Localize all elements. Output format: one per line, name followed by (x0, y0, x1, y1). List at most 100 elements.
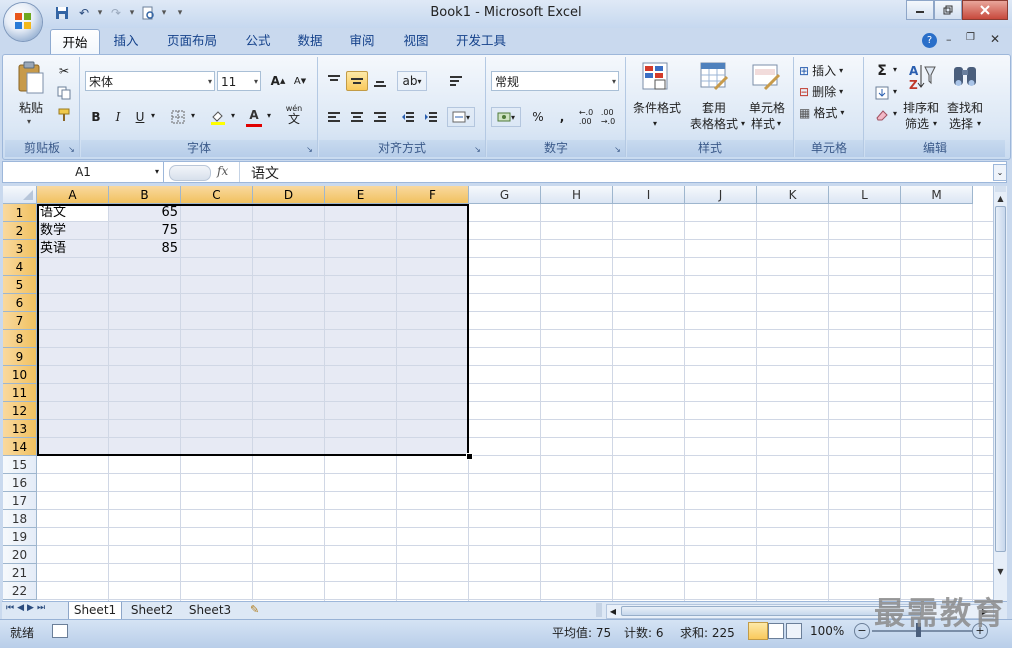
vertical-scroll-thumb[interactable] (995, 206, 1006, 552)
autosum-dropdown-icon[interactable]: ▾ (893, 65, 897, 74)
increase-decimal-icon[interactable]: ←.0.00 (575, 107, 597, 127)
fill-color-dropdown-icon[interactable]: ▾ (231, 111, 235, 120)
restore-window-icon[interactable]: ❐ (966, 32, 975, 43)
cell-styles-label-1[interactable]: 单元格 (743, 101, 791, 116)
bold-button[interactable]: B (85, 107, 107, 127)
font-name-combo[interactable]: 宋体 ▾ (85, 71, 215, 91)
merge-center-icon[interactable]: ▾ (447, 107, 475, 127)
fill-color-icon[interactable] (207, 107, 229, 127)
tab-review[interactable]: 审阅 (340, 28, 384, 54)
sheet-tab-1[interactable]: Sheet1 (68, 602, 122, 620)
tab-insert[interactable]: 插入 (104, 28, 148, 54)
row-header-17[interactable]: 17 (3, 492, 37, 510)
tab-split-handle[interactable] (596, 603, 602, 617)
font-size-dropdown-icon[interactable]: ▾ (254, 72, 258, 92)
sort-filter-icon[interactable]: AZ (907, 61, 937, 93)
row-header-1[interactable]: 1 (3, 204, 37, 222)
scroll-down-icon[interactable]: ▼ (994, 566, 1007, 578)
alignment-launcher-icon[interactable]: ↘ (473, 145, 482, 154)
sheet-nav-icons[interactable]: ⏮◀▶⏭ (6, 603, 48, 613)
column-header-L[interactable]: L (829, 186, 901, 204)
delete-dropdown-icon[interactable]: ▾ (839, 82, 843, 102)
row-header-21[interactable]: 21 (3, 564, 37, 582)
paste-label[interactable]: 粘贴 (11, 101, 51, 116)
align-middle-icon[interactable] (346, 71, 368, 91)
row-header-15[interactable]: 15 (3, 456, 37, 474)
find-select-icon[interactable] (951, 61, 981, 93)
format-cells-button[interactable]: ▦ 格式 ▾ (799, 103, 844, 123)
row-header-4[interactable]: 4 (3, 258, 37, 276)
select-all-button[interactable] (3, 186, 37, 204)
close-workbook-icon[interactable]: ✕ (990, 32, 1000, 46)
zoom-out-icon[interactable]: − (854, 623, 870, 639)
fill-handle[interactable] (466, 453, 473, 460)
tab-formulas[interactable]: 公式 (236, 28, 280, 54)
align-right-icon[interactable] (369, 107, 391, 127)
align-top-icon[interactable] (323, 71, 345, 91)
office-button[interactable] (4, 3, 42, 41)
format-as-table-label-1[interactable]: 套用 (687, 101, 741, 116)
column-header-C[interactable]: C (181, 186, 253, 204)
column-header-A[interactable]: A (37, 186, 109, 204)
tab-page-layout[interactable]: 页面布局 (158, 28, 226, 54)
formula-input[interactable]: 语文 (251, 163, 279, 183)
wrap-text-icon[interactable] (445, 71, 467, 91)
sort-filter-label-1[interactable]: 排序和 (899, 101, 943, 116)
fill-icon[interactable] (871, 83, 893, 103)
row-header-19[interactable]: 19 (3, 528, 37, 546)
conditional-formatting-label[interactable]: 条件格式 (627, 101, 687, 116)
name-box-dropdown-icon[interactable]: ▾ (155, 162, 159, 182)
find-select-dropdown-icon[interactable]: ▾ (977, 119, 981, 128)
row-header-14[interactable]: 14 (3, 438, 37, 456)
row-header-18[interactable]: 18 (3, 510, 37, 528)
minimize-button[interactable] (906, 0, 934, 20)
font-name-dropdown-icon[interactable]: ▾ (208, 72, 212, 92)
find-select-label-1[interactable]: 查找和 (943, 101, 987, 116)
increase-indent-icon[interactable] (420, 107, 442, 127)
column-header-H[interactable]: H (541, 186, 613, 204)
split-box-vertical[interactable] (995, 186, 1006, 192)
vertical-scrollbar[interactable]: ▲ ▼ (993, 186, 1007, 601)
close-button[interactable] (962, 0, 1008, 20)
column-header-I[interactable]: I (613, 186, 685, 204)
row-header-16[interactable]: 16 (3, 474, 37, 492)
conditional-formatting-dropdown-icon[interactable]: ▾ (653, 119, 657, 128)
row-header-10[interactable]: 10 (3, 366, 37, 384)
row-header-5[interactable]: 5 (3, 276, 37, 294)
font-color-button[interactable]: A (243, 105, 265, 125)
sheet-tab-2[interactable]: Sheet2 (126, 602, 178, 619)
row-header-2[interactable]: 2 (3, 222, 37, 240)
align-bottom-icon[interactable] (369, 71, 391, 91)
grow-font-icon[interactable]: A ▲ (267, 71, 289, 91)
clear-icon[interactable] (871, 105, 893, 125)
format-as-table-icon[interactable] (699, 61, 729, 93)
row-header-20[interactable]: 20 (3, 546, 37, 564)
sort-filter-dropdown-icon[interactable]: ▾ (933, 119, 937, 128)
decrease-indent-icon[interactable] (397, 107, 419, 127)
cell-styles-icon[interactable] (751, 61, 781, 93)
row-header-13[interactable]: 13 (3, 420, 37, 438)
underline-button[interactable]: U (129, 107, 151, 127)
tab-data[interactable]: 数据 (288, 28, 332, 54)
italic-button[interactable]: I (107, 107, 129, 127)
borders-dropdown-icon[interactable]: ▾ (191, 111, 195, 120)
zoom-level[interactable]: 100% (810, 624, 844, 638)
scroll-left-icon[interactable]: ◀ (607, 605, 619, 618)
sheet-tab-3[interactable]: Sheet3 (184, 602, 236, 619)
copy-icon[interactable] (53, 83, 75, 103)
insert-function-icon[interactable]: fx (217, 164, 228, 178)
row-header-3[interactable]: 3 (3, 240, 37, 258)
underline-dropdown-icon[interactable]: ▾ (151, 111, 155, 120)
shrink-font-icon[interactable]: A ▼ (289, 71, 311, 91)
clear-dropdown-icon[interactable]: ▾ (893, 109, 897, 118)
format-dropdown-icon[interactable]: ▾ (840, 103, 844, 123)
decrease-decimal-icon[interactable]: .00 →.0 (597, 107, 619, 127)
font-color-dropdown-icon[interactable]: ▾ (267, 111, 271, 120)
number-format-combo[interactable]: 常规 ▾ (491, 71, 619, 91)
macro-record-icon[interactable] (52, 624, 68, 638)
ribbon-minimize-icon[interactable]: – (946, 33, 952, 46)
font-launcher-icon[interactable]: ↘ (305, 145, 314, 154)
row-header-7[interactable]: 7 (3, 312, 37, 330)
paste-icon[interactable] (15, 61, 47, 97)
orientation-icon[interactable]: ab ▾ (397, 71, 427, 91)
